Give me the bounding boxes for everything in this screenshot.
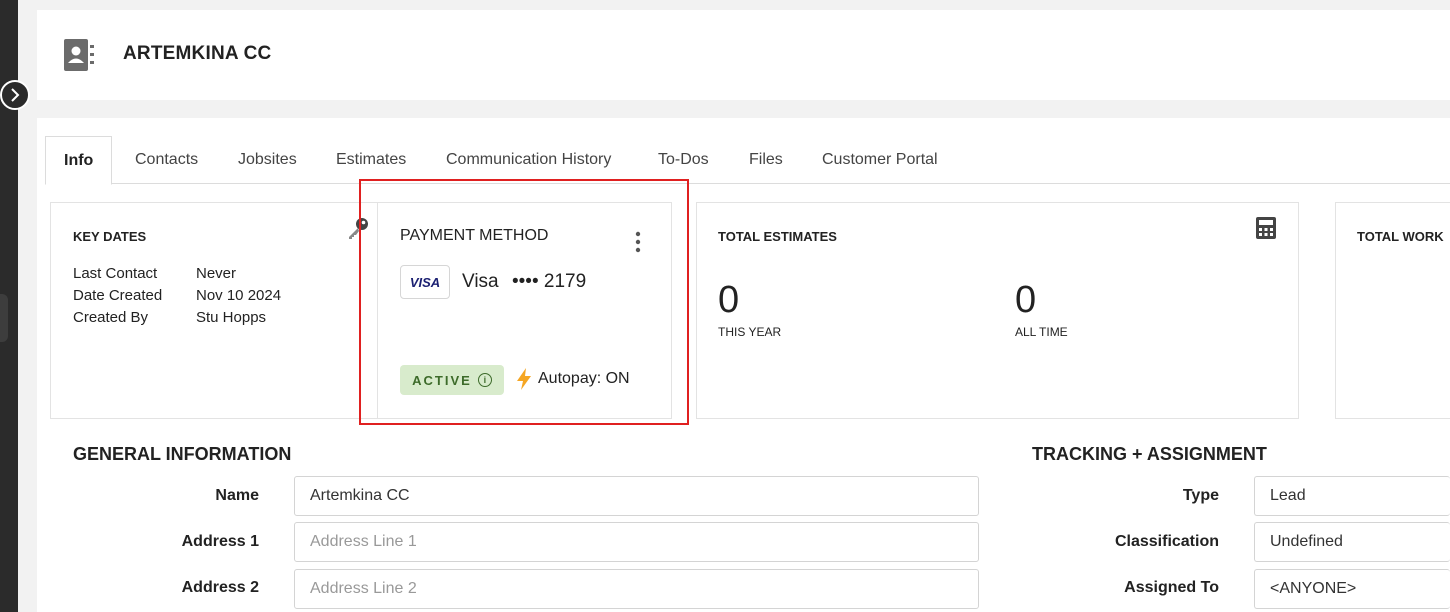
tab-todos[interactable]: To-Dos [658,136,709,184]
created-by-value: Stu Hopps [196,309,267,326]
autopay-text: Autopay: ON [538,370,630,387]
info-icon[interactable]: i [477,373,492,387]
contact-book-icon [64,39,94,71]
visa-logo-badge: VISA [400,265,450,299]
key-icon [349,218,368,239]
assigned-to-select[interactable] [1254,569,1450,609]
last-contact-value: Never [196,265,237,282]
tab-estimates[interactable]: Estimates [336,136,406,184]
all-time-count: 0 [1015,279,1037,321]
autopay-indicator: Autopay: ON [516,368,630,390]
page-title: ARTEMKINA CC [123,43,272,64]
name-label: Name [215,487,259,504]
more-options-icon[interactable] [635,231,641,253]
classification-label: Classification [1114,533,1219,550]
customer-detail-panel: Info Contacts Jobsites Estimates Communi… [37,118,1450,612]
card-brand: Visa [462,271,499,292]
total-work-card: TOTAL WORK [1335,202,1450,419]
address1-label: Address 1 [181,533,259,550]
address2-input[interactable] [294,569,979,609]
name-input[interactable] [294,476,979,516]
tab-communication-history[interactable]: Communication History [446,136,611,184]
tracking-assignment-title: TRACKING + ASSIGNMENT [1032,444,1267,464]
lightning-bolt-icon [517,368,531,390]
this-year-label: THIS YEAR [718,325,782,339]
assigned-to-label: Assigned To [1124,579,1219,596]
classification-select[interactable] [1254,522,1450,562]
address2-label: Address 2 [181,579,259,596]
key-dates-title: KEY DATES [73,229,147,244]
address1-input[interactable] [294,522,979,562]
date-created-label: Date Created [73,287,163,304]
calculator-icon [1256,217,1276,239]
tab-contacts[interactable]: Contacts [135,136,198,184]
chevron-right-icon [11,88,20,102]
type-label: Type [1182,487,1219,504]
tab-jobsites[interactable]: Jobsites [238,136,297,184]
date-created-value: Nov 10 2024 [196,287,282,304]
key-dates-card: KEY DATES Last Contact Never Date Create… [50,202,383,419]
sidebar-handle[interactable] [0,294,8,342]
general-info-title: GENERAL INFORMATION [73,444,292,464]
all-time-label: ALL TIME [1015,325,1068,339]
created-by-label: Created By [73,309,149,326]
tab-files[interactable]: Files [749,136,783,184]
payment-method-title: PAYMENT METHOD [400,227,549,244]
card-masked-number: •••• 2179 [512,271,587,292]
status-badge[interactable]: ACTIVE i [400,365,504,395]
expand-sidebar-button[interactable] [0,80,30,110]
total-work-title: TOTAL WORK [1357,229,1444,244]
last-contact-label: Last Contact [73,265,158,282]
payment-method-card: PAYMENT METHOD VISA Visa •••• 2179 ACTIV… [377,202,672,419]
status-text: ACTIVE [412,372,472,388]
total-estimates-card: TOTAL ESTIMATES 0 THIS YEAR 0 ALL TIME [696,202,1299,419]
total-estimates-title: TOTAL ESTIMATES [718,229,837,244]
tab-bar: Info Contacts Jobsites Estimates Communi… [45,136,1450,185]
tab-info[interactable]: Info [45,136,113,185]
tab-customer-portal[interactable]: Customer Portal [822,136,938,184]
this-year-count: 0 [718,279,740,321]
page-header: ARTEMKINA CC [37,10,1450,100]
type-select[interactable] [1254,476,1450,516]
